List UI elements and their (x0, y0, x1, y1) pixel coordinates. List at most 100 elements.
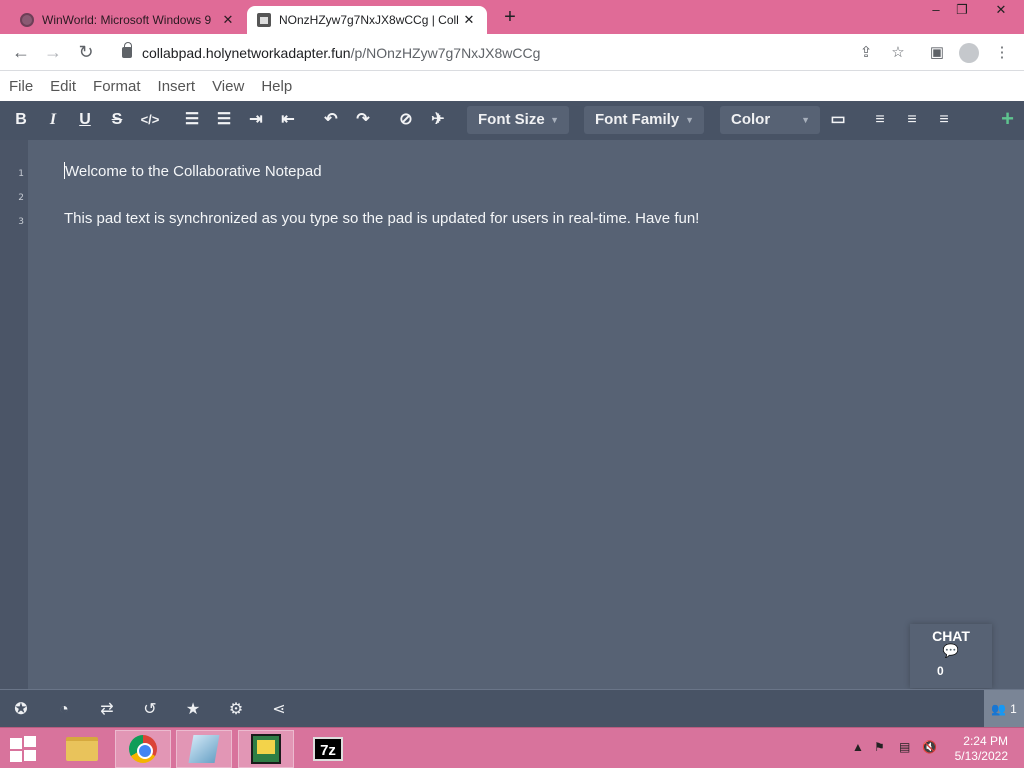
reload-icon[interactable]: ↻ (75, 42, 97, 62)
chat-count: 0 (937, 664, 944, 678)
import-export-icon[interactable]: ⇄ (97, 700, 117, 720)
format-toolbar: B I U S </> ☰ ☰ ⇥ ⇤ ↶ ↷ ⊘ ✈ Font Size ▼ … (0, 101, 1024, 140)
side-panel-icon[interactable]: ▣ (926, 42, 948, 64)
undo-icon[interactable]: ↶ (320, 109, 342, 131)
chat-widget[interactable]: CHAT 💬 0 (910, 624, 992, 688)
bottom-toolbar: ✪ ◔ ⇄ ↺ ★ ⚙ ⋖ 👥 1 (0, 689, 1024, 728)
font-size-label: Font Size (478, 111, 545, 128)
align-left-icon[interactable]: ≡ (869, 109, 891, 131)
image-icon[interactable]: ▭ (827, 109, 849, 131)
line-number: 2 (18, 193, 24, 203)
taskbar-7zip[interactable]: 7z (300, 730, 356, 768)
url-field[interactable]: collabpad.holynetworkadapter.fun/p/NOnzH… (108, 39, 882, 66)
underline-button[interactable]: U (74, 109, 96, 131)
chevron-down-icon: ▼ (550, 115, 559, 125)
bookmark-star-icon[interactable]: ☆ (887, 42, 909, 64)
tab-winworld[interactable]: WinWorld: Microsoft Windows 9 ✕ (10, 6, 246, 34)
forward-icon[interactable]: → (42, 42, 64, 62)
hide-colors-icon[interactable]: ⊘ (395, 109, 417, 131)
tab-title: NOnzHZyw7g7NxJX8wCCg | Coll (279, 13, 459, 27)
share-icon[interactable]: ⇪ (855, 42, 877, 64)
tools-app-icon (251, 734, 281, 764)
indent-icon[interactable]: ⇥ (245, 109, 267, 131)
font-family-label: Font Family (595, 111, 680, 128)
font-size-select[interactable]: Font Size ▼ (467, 106, 569, 134)
network-icon[interactable]: ▤ (899, 740, 910, 754)
menu-edit[interactable]: Edit (50, 78, 76, 95)
tray-chevron-icon[interactable]: ▲ (852, 740, 864, 754)
chat-bubbles-icon: 💬 (942, 643, 960, 658)
redo-icon[interactable]: ↷ (352, 109, 374, 131)
clock-date: 5/13/2022 (954, 749, 1008, 763)
taskbar-app-book[interactable] (176, 730, 232, 768)
globe-icon (20, 13, 34, 27)
italic-button[interactable]: I (42, 109, 64, 131)
chat-label: CHAT (932, 628, 970, 644)
menu-insert[interactable]: Insert (158, 78, 196, 95)
bold-button[interactable]: B (10, 109, 32, 131)
align-center-icon[interactable]: ≡ (901, 109, 923, 131)
users-icon: 👥 (991, 702, 1007, 716)
browser-menu-icon[interactable]: ⋮ (991, 42, 1013, 64)
font-family-select[interactable]: Font Family ▼ (584, 106, 704, 134)
add-button[interactable]: + (1001, 108, 1014, 130)
url-host: collabpad.holynetworkadapter.fun (142, 44, 351, 61)
book-app-icon (188, 735, 220, 763)
url-path: /p/NOnzHZyw7g7NxJX8wCCg (350, 44, 541, 61)
start-button[interactable] (10, 736, 38, 762)
outdent-icon[interactable]: ⇤ (277, 109, 299, 131)
menu-file[interactable]: File (9, 78, 33, 95)
tab-close-icon[interactable]: ✕ (220, 12, 236, 28)
pad-line[interactable]: This pad text is synchronized as you typ… (64, 210, 699, 227)
gear-icon[interactable]: ⚙ (226, 700, 246, 720)
history-icon[interactable]: ↺ (140, 700, 160, 720)
new-tab-button[interactable]: + (498, 6, 522, 29)
settings-dot-icon[interactable]: ✪ (11, 700, 31, 720)
line-number: 1 (18, 169, 24, 179)
lock-icon (122, 42, 132, 58)
share-icon[interactable]: ⋖ (269, 700, 289, 720)
tab-title: WinWorld: Microsoft Windows 9 (42, 13, 212, 27)
window-close-button[interactable]: ✕ (982, 0, 1020, 22)
system-clock[interactable]: 2:24 PM 5/13/2022 (955, 734, 1008, 764)
users-button[interactable]: 👥 1 (984, 690, 1024, 728)
chevron-down-icon: ▼ (685, 115, 694, 125)
clock-time: 2:24 PM (963, 734, 1008, 748)
restore-button[interactable]: ❐ (947, 0, 977, 22)
pad-line[interactable]: Welcome to the Collaborative Notepad (64, 162, 322, 180)
tab-close-icon[interactable]: ✕ (461, 12, 477, 28)
airplane-icon[interactable]: ✈ (427, 109, 449, 131)
line-number: 3 (18, 217, 24, 227)
color-label: Color (731, 111, 771, 128)
strikethrough-button[interactable]: S (106, 109, 128, 131)
taskbar-chrome[interactable] (115, 730, 171, 768)
menu-view[interactable]: View (212, 78, 244, 95)
code-button[interactable]: </> (137, 109, 163, 131)
unordered-list-icon[interactable]: ☰ (213, 109, 235, 131)
profile-avatar-icon[interactable] (958, 42, 980, 64)
address-bar-row: ← → ↻ collabpad.holynetworkadapter.fun/p… (0, 34, 1024, 71)
7zip-icon: 7z (313, 737, 343, 761)
pad-line-text: Welcome to the Collaborative Notepad (65, 163, 322, 180)
tab-collabpad[interactable]: NOnzHZyw7g7NxJX8wCCg | Coll ✕ (247, 6, 487, 34)
volume-icon[interactable]: 🔇 (922, 740, 937, 754)
taskbar-app-tools[interactable] (238, 730, 294, 768)
line-number-gutter: 1 2 3 (0, 140, 28, 689)
chevron-down-icon: ▼ (801, 115, 810, 125)
users-count: 1 (1010, 702, 1017, 716)
chrome-icon (129, 735, 157, 763)
menu-help[interactable]: Help (261, 78, 292, 95)
menu-format[interactable]: Format (93, 78, 141, 95)
flag-icon[interactable]: ⚑ (874, 740, 885, 754)
taskbar-explorer[interactable] (54, 730, 110, 768)
folder-icon (66, 737, 98, 761)
align-right-icon[interactable]: ≡ (933, 109, 955, 131)
color-select[interactable]: Color ▼ (720, 106, 820, 134)
app-menu-bar: File Edit Format Insert View Help (0, 71, 1024, 101)
star-icon[interactable]: ★ (183, 700, 203, 720)
notepad-icon (257, 13, 271, 27)
dashboard-icon[interactable]: ◔ (54, 700, 74, 720)
pad-editor[interactable]: 1 2 3 Welcome to the Collaborative Notep… (0, 140, 1024, 689)
back-icon[interactable]: ← (10, 42, 32, 62)
ordered-list-icon[interactable]: ☰ (181, 109, 203, 131)
